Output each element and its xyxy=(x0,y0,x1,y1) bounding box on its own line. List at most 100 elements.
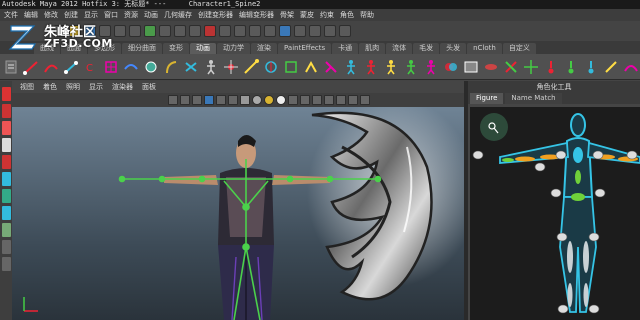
detach-skin-icon[interactable] xyxy=(382,57,399,76)
shelf-tab-ncloth[interactable]: nCloth xyxy=(467,43,502,54)
orient-constraint-icon[interactable] xyxy=(262,57,279,76)
scale-tool-icon[interactable] xyxy=(1,172,11,186)
shelf-menu-icon[interactable] xyxy=(2,57,19,76)
key-scale-icon[interactable] xyxy=(602,57,619,76)
blend-shape-icon[interactable] xyxy=(442,57,459,76)
vp-menu-show[interactable]: 显示 xyxy=(89,82,103,92)
isolate-select-icon[interactable] xyxy=(324,95,334,105)
input-field-icon[interactable] xyxy=(294,24,306,37)
ik-spline-icon[interactable] xyxy=(42,57,59,76)
character-icon[interactable] xyxy=(202,57,219,76)
hypershade-icon[interactable] xyxy=(279,24,291,37)
menu-geometry-cache[interactable]: 几何缓存 xyxy=(164,10,192,20)
shelf-tab-animation[interactable]: 动画 xyxy=(190,43,216,54)
menu-assets[interactable]: 资源 xyxy=(124,10,138,20)
human-ik-icon[interactable] xyxy=(342,57,359,76)
history-icon[interactable] xyxy=(219,24,231,37)
layout-outliner-icon[interactable] xyxy=(1,257,11,271)
grid-icon[interactable] xyxy=(204,95,214,105)
menu-edit-deformers[interactable]: 编辑变形器 xyxy=(239,10,274,20)
shelf-tab-deformation[interactable]: 变形 xyxy=(163,43,189,54)
select-component-icon[interactable] xyxy=(129,24,141,37)
shelf-tab-fur[interactable]: 毛发 xyxy=(413,43,440,54)
paint-select-icon[interactable] xyxy=(1,121,11,135)
menu-skin[interactable]: 蒙皮 xyxy=(300,10,314,20)
mirror-weights-icon[interactable] xyxy=(422,57,439,76)
skin-bind-icon[interactable] xyxy=(362,57,379,76)
shelf-tab-hair[interactable]: 头发 xyxy=(440,43,467,54)
shadows-icon[interactable] xyxy=(288,95,298,105)
ipr-render-icon[interactable] xyxy=(249,24,261,37)
vp-menu-lighting[interactable]: 照明 xyxy=(66,82,80,92)
shelf-tab-toon[interactable]: 卡通 xyxy=(332,43,359,54)
menu-skeleton[interactable]: 骨架 xyxy=(280,10,294,20)
film-gate-icon[interactable] xyxy=(216,95,226,105)
channel-box-icon[interactable] xyxy=(309,24,321,37)
mask-icon[interactable] xyxy=(144,24,156,37)
render-frame-icon[interactable] xyxy=(234,24,246,37)
menu-window[interactable]: 窗口 xyxy=(104,10,118,20)
bend-icon[interactable] xyxy=(162,57,179,76)
pose-icon[interactable] xyxy=(502,57,519,76)
key-rotate-icon[interactable] xyxy=(582,57,599,76)
key-translate-icon[interactable] xyxy=(562,57,579,76)
shelf-tab-muscle[interactable]: 肌肉 xyxy=(359,43,386,54)
shelf-tab-rendering[interactable]: 渲染 xyxy=(251,43,277,54)
lights-icon[interactable] xyxy=(276,95,286,105)
locator-icon[interactable] xyxy=(522,57,539,76)
ao-icon[interactable] xyxy=(348,95,358,105)
textured-icon[interactable] xyxy=(264,95,274,105)
pin-markers[interactable] xyxy=(472,150,638,314)
snap-plane-icon[interactable] xyxy=(204,24,216,37)
scale-constraint-icon[interactable] xyxy=(282,57,299,76)
parent-constraint-icon[interactable] xyxy=(302,57,319,76)
resolution-gate-icon[interactable] xyxy=(228,95,238,105)
antialias-icon[interactable] xyxy=(360,95,370,105)
vp-menu-renderer[interactable]: 渲染器 xyxy=(112,82,133,92)
snap-grid-icon[interactable] xyxy=(159,24,171,37)
lasso-tool-icon[interactable] xyxy=(1,104,11,118)
select-pointer-icon[interactable] xyxy=(480,113,508,141)
ik-handle-icon[interactable] xyxy=(22,57,39,76)
shelf-tab-subdivs[interactable]: 细分曲面 xyxy=(122,43,162,54)
muscle-icon[interactable] xyxy=(482,57,499,76)
snap-curve-icon[interactable] xyxy=(174,24,186,37)
paint-weights-icon[interactable] xyxy=(402,57,419,76)
point-constraint-icon[interactable] xyxy=(222,57,239,76)
perspective-viewport[interactable] xyxy=(12,107,464,320)
tab-figure[interactable]: Figure xyxy=(470,93,504,104)
wire-icon[interactable] xyxy=(122,57,139,76)
menu-create-deformers[interactable]: 创建变形器 xyxy=(198,10,233,20)
cluster-icon[interactable]: C xyxy=(82,57,99,76)
lattice-icon[interactable] xyxy=(102,57,119,76)
wireframe-icon[interactable] xyxy=(240,95,250,105)
joint-tool-icon[interactable] xyxy=(62,57,79,76)
pole-vector-icon[interactable] xyxy=(322,57,339,76)
aim-constraint-icon[interactable] xyxy=(242,57,259,76)
hq-render-icon[interactable] xyxy=(336,95,346,105)
wrap-icon[interactable] xyxy=(462,57,479,76)
manipulator-icon[interactable] xyxy=(1,189,11,203)
camera-icon[interactable] xyxy=(168,95,178,105)
bookmarks-icon[interactable] xyxy=(192,95,202,105)
motion-path-icon[interactable] xyxy=(622,57,639,76)
vp-menu-panels[interactable]: 面板 xyxy=(142,82,156,92)
chrome-logo[interactable] xyxy=(307,107,464,301)
menu-animate[interactable]: 动画 xyxy=(144,10,158,20)
attribute-editor-icon[interactable] xyxy=(324,24,336,37)
soft-mod-icon[interactable] xyxy=(1,206,11,220)
set-key-icon[interactable] xyxy=(542,57,559,76)
layout-four-icon[interactable] xyxy=(1,240,11,254)
select-tool-icon[interactable] xyxy=(1,87,11,101)
tab-name-match[interactable]: Name Match xyxy=(505,93,562,104)
rotate-tool-icon[interactable] xyxy=(1,155,11,169)
character-model[interactable] xyxy=(164,135,330,320)
xray-joints-icon[interactable] xyxy=(312,95,322,105)
snap-point-icon[interactable] xyxy=(189,24,201,37)
menu-character[interactable]: 角色 xyxy=(340,10,354,20)
shelf-tab-painteffects[interactable]: PaintEffects xyxy=(278,43,332,54)
render-settings-icon[interactable] xyxy=(264,24,276,37)
tool-settings-icon[interactable] xyxy=(339,24,351,37)
xray-icon[interactable] xyxy=(300,95,310,105)
move-tool-icon[interactable] xyxy=(1,138,11,152)
